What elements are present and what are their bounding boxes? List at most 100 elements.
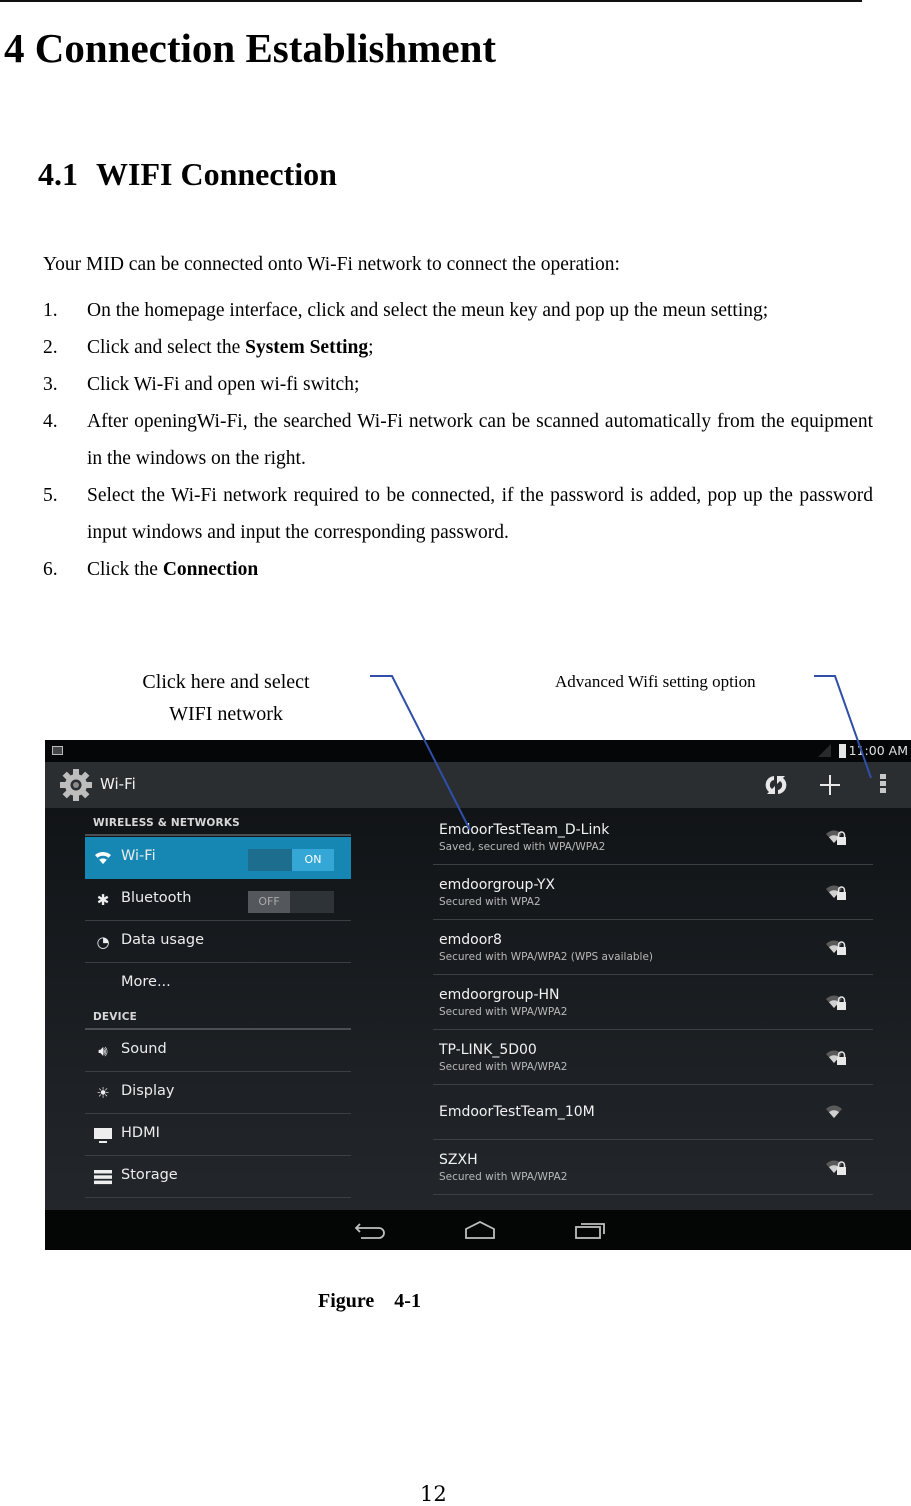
step-item: 1. On the homepage interface, click and …	[43, 292, 873, 329]
settings-item-label: Wi-Fi	[121, 848, 156, 864]
category-divider	[85, 834, 351, 836]
step-text-plain: Click and select the	[87, 337, 246, 358]
step-number: 3.	[43, 374, 58, 395]
step-number: 1.	[43, 300, 58, 321]
step-text-bold: System Setting	[245, 337, 369, 358]
step-number: 6.	[43, 559, 58, 580]
section-title: 4.1 WIFI Connection	[38, 154, 337, 194]
settings-item-more[interactable]: More...	[85, 963, 351, 1005]
wifi-signal-icon	[826, 1105, 842, 1118]
section-title-text: WIFI Connection	[96, 156, 337, 192]
recent-apps-icon[interactable]	[573, 1219, 607, 1241]
section-number: 4.1	[38, 156, 78, 192]
category-header-wireless: WIRELESS & NETWORKS	[93, 817, 240, 829]
network-name: emdoor8	[439, 932, 502, 948]
step-item: 3. Click Wi-Fi and open wi-fi switch;	[43, 366, 873, 403]
settings-gear-icon	[60, 769, 92, 801]
callout-advanced-settings: Advanced Wifi setting option	[555, 672, 756, 691]
step-text: Click Wi-Fi and open wi-fi switch;	[87, 374, 360, 395]
toggle-state: OFF	[248, 891, 290, 913]
add-network-icon[interactable]	[818, 771, 842, 799]
settings-item-hdmi[interactable]: HDMI	[85, 1114, 351, 1156]
home-icon[interactable]	[463, 1219, 497, 1241]
step-item: 6. Click the Connection	[43, 551, 873, 588]
wifi-signal-locked-icon	[826, 885, 846, 900]
settings-item-label: HDMI	[121, 1125, 160, 1141]
wifi-network-list: EmdoorTestTeam_D-Link Saved, secured with…	[433, 808, 873, 1210]
back-icon[interactable]	[353, 1219, 387, 1241]
wifi-toggle[interactable]: ON	[248, 849, 334, 871]
settings-item-label: Data usage	[121, 932, 204, 948]
bluetooth-icon: ✱	[96, 891, 110, 909]
callout-text-line: WIFI network	[169, 703, 283, 725]
wps-refresh-icon[interactable]	[763, 772, 789, 798]
android-wifi-screenshot: 11:00 AM Wi-Fi WIRELESS & NETWORKS Wi-Fi…	[45, 740, 911, 1250]
settings-item-label: Sound	[121, 1041, 167, 1057]
network-security-status: Saved, secured with WPA/WPA2	[439, 841, 606, 853]
chapter-title-text: Connection Establishment	[34, 25, 497, 71]
step-text: After openingWi-Fi, the searched Wi-Fi n…	[87, 411, 873, 469]
wifi-icon	[95, 851, 111, 864]
wifi-network-item[interactable]: emdoorgroup-HN Secured with WPA/WPA2	[433, 975, 873, 1030]
step-number: 4.	[43, 411, 58, 432]
network-security-status: Secured with WPA/WPA2	[439, 1006, 568, 1018]
intro-paragraph: Your MID can be connected onto Wi-Fi net…	[43, 254, 620, 275]
network-name: TP-LINK_5D00	[439, 1042, 537, 1058]
wifi-signal-locked-icon	[826, 1160, 846, 1175]
wifi-network-item[interactable]: EmdoorTestTeam_10M	[433, 1085, 873, 1140]
wifi-signal-locked-icon	[826, 995, 846, 1010]
settings-item-bluetooth[interactable]: ✱ Bluetooth OFF	[85, 879, 351, 921]
display-icon: ☀	[96, 1084, 110, 1102]
settings-item-label: Storage	[121, 1167, 178, 1183]
app-title: Wi-Fi	[100, 775, 136, 793]
signal-icon	[818, 744, 831, 757]
screenshot-notification-icon	[52, 746, 63, 755]
settings-item-wifi[interactable]: Wi-Fi ON	[85, 837, 351, 879]
network-security-status: Secured with WPA2	[439, 896, 541, 908]
settings-item-display[interactable]: ☀ Display	[85, 1072, 351, 1114]
page-number: 12	[420, 1482, 447, 1506]
wifi-network-item[interactable]: emdoor8 Secured with WPA/WPA2 (WPS availa…	[433, 920, 873, 975]
settings-item-label: More...	[121, 974, 171, 990]
settings-item-label: Bluetooth	[121, 890, 192, 906]
network-name: emdoorgroup-HN	[439, 987, 560, 1003]
wifi-network-item[interactable]: EmdoorTestTeam_D-Link Saved, secured with…	[433, 810, 873, 865]
network-name: EmdoorTestTeam_10M	[439, 1104, 595, 1120]
status-time: 11:00 AM	[848, 743, 908, 758]
network-security-status: Secured with WPA/WPA2	[439, 1171, 568, 1183]
toggle-state: ON	[292, 849, 334, 871]
callout-select-network: Click here and select WIFI network	[120, 666, 332, 730]
settings-item-data-usage[interactable]: ◔ Data usage	[85, 921, 351, 963]
sound-icon: 🔊︎	[98, 1042, 108, 1060]
navigation-bar	[45, 1210, 911, 1250]
wifi-network-item[interactable]: TP-LINK_5D00 Secured with WPA/WPA2	[433, 1030, 873, 1085]
wifi-network-item[interactable]: SZXH Secured with WPA/WPA2	[433, 1140, 873, 1195]
bluetooth-toggle[interactable]: OFF	[248, 891, 334, 913]
step-item: 4. After openingWi-Fi, the searched Wi-F…	[43, 403, 873, 477]
wifi-signal-locked-icon	[826, 940, 846, 955]
settings-item-label: Display	[121, 1083, 175, 1099]
step-text: On the homepage interface, click and sel…	[87, 300, 769, 321]
step-number: 2.	[43, 337, 58, 358]
category-header-device: DEVICE	[93, 1011, 137, 1023]
header-rule	[0, 0, 862, 2]
step-text-bold: Connection	[162, 559, 259, 580]
overflow-menu-icon[interactable]	[878, 774, 888, 796]
steps-list: 1. On the homepage interface, click and …	[43, 292, 873, 588]
network-security-status: Secured with WPA/WPA2 (WPS available)	[439, 951, 654, 963]
status-bar: 11:00 AM	[45, 740, 911, 762]
wifi-signal-locked-icon	[826, 830, 846, 845]
chapter-number: 4	[4, 25, 25, 71]
figure-caption: Figure 4-1	[318, 1290, 421, 1312]
step-number: 5.	[43, 485, 58, 506]
wifi-network-item[interactable]: emdoorgroup-YX Secured with WPA2	[433, 865, 873, 920]
settings-item-storage[interactable]: Storage	[85, 1156, 351, 1198]
settings-item-sound[interactable]: 🔊︎ Sound	[85, 1030, 351, 1072]
step-item: 5. Select the Wi-Fi network required to …	[43, 477, 873, 551]
battery-icon	[839, 744, 846, 758]
callout-text-line: Click here and select	[142, 671, 310, 693]
network-name: emdoorgroup-YX	[439, 877, 555, 893]
action-bar: Wi-Fi	[45, 762, 911, 808]
settings-list: WIRELESS & NETWORKS Wi-Fi ON ✱ Bluetooth…	[85, 808, 351, 1210]
step-text: Click the Connection	[87, 551, 873, 588]
